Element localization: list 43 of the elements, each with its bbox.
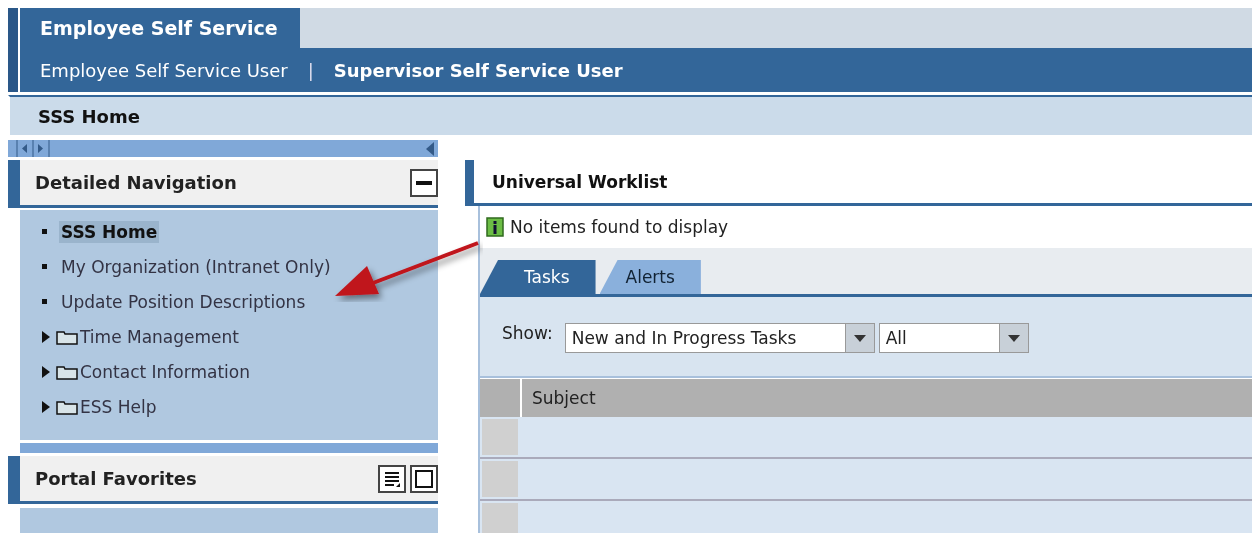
navigation-link[interactable]: SSS Home xyxy=(59,220,160,243)
navigation-folder[interactable]: Contact Information xyxy=(78,360,252,383)
status-message: No items found to display xyxy=(510,217,729,237)
panel-title: Portal Favorites xyxy=(35,468,197,489)
navigation-link[interactable]: My Organization (Intranet Only) xyxy=(59,255,333,278)
breadcrumb-text: SSS Home xyxy=(38,105,140,127)
tab[interactable]: Alerts xyxy=(599,260,701,294)
square-icon xyxy=(415,469,433,488)
separator: | xyxy=(306,59,315,81)
dropdown[interactable]: All xyxy=(878,323,1029,353)
folder-icon xyxy=(56,363,78,380)
tab[interactable]: Tasks xyxy=(480,260,596,294)
column-header[interactable]: Subject xyxy=(522,379,596,417)
dropdown[interactable]: New and In Progress Tasks xyxy=(564,323,875,353)
dropdown-caret-icon xyxy=(1007,334,1020,342)
list-icon xyxy=(384,470,400,487)
dropdown-caret-icon xyxy=(853,334,866,342)
collapse-arrow-icon[interactable] xyxy=(426,141,434,156)
folder-icon xyxy=(56,398,78,415)
panel-title: Universal Worklist xyxy=(492,171,668,192)
table-row[interactable] xyxy=(480,417,1252,459)
minus-icon xyxy=(416,180,432,185)
panel-title: Detailed Navigation xyxy=(35,172,237,193)
bullet-icon xyxy=(42,264,47,269)
folder-icon xyxy=(56,328,78,345)
navigation-link[interactable]: Update Position Descriptions xyxy=(59,290,308,313)
top-level-tab[interactable]: Employee Self Service xyxy=(20,8,300,48)
table-row[interactable] xyxy=(480,459,1252,501)
role-link[interactable]: Supervisor Self Service User xyxy=(333,59,623,81)
options-button[interactable] xyxy=(378,464,406,493)
scroll-arrows-icon[interactable] xyxy=(16,140,52,157)
expand-arrow-icon[interactable] xyxy=(42,330,50,343)
expand-arrow-icon[interactable] xyxy=(42,400,50,413)
bullet-icon xyxy=(42,229,47,234)
expand-arrow-icon[interactable] xyxy=(42,365,50,378)
navigation-folder[interactable]: ESS Help xyxy=(78,395,159,418)
filter-label: Show: xyxy=(502,323,553,343)
maximize-button[interactable] xyxy=(410,464,438,493)
role-link[interactable]: Employee Self Service User xyxy=(40,59,288,81)
info-icon xyxy=(486,217,504,237)
bullet-icon xyxy=(42,299,47,304)
minimize-button[interactable] xyxy=(410,168,438,197)
navigation-folder[interactable]: Time Management xyxy=(78,325,241,348)
